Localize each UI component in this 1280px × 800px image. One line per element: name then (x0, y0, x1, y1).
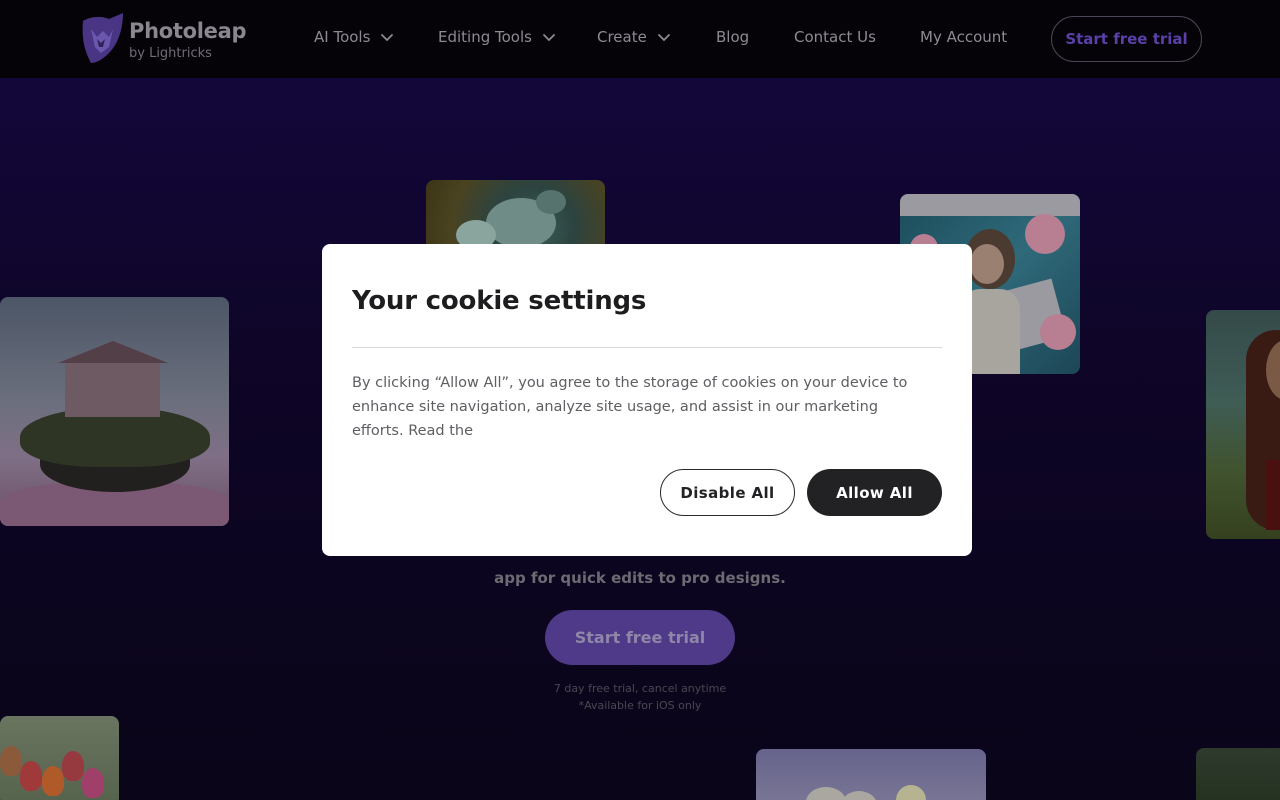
nav-blog[interactable]: Blog (716, 28, 749, 46)
cookie-settings-dialog: Your cookie settings By clicking “Allow … (322, 244, 972, 556)
hero-start-trial-button[interactable]: Start free trial (545, 610, 735, 665)
nav-create-label: Create (597, 28, 647, 46)
top-navigation: Photoleap by Lightricks AI Tools Editing… (0, 0, 1280, 78)
floating-house-image (0, 297, 229, 526)
brand-tagline: by Lightricks (129, 46, 212, 61)
nav-my-account[interactable]: My Account (920, 28, 1007, 46)
nav-my-account-label: My Account (920, 28, 1008, 46)
cookie-dialog-divider (352, 347, 942, 348)
allow-all-button[interactable]: Allow All (807, 469, 942, 516)
dark-foliage-image (1196, 748, 1280, 800)
photoleap-logo-icon (82, 13, 123, 63)
photoleap-logo[interactable]: Photoleap by Lightricks (79, 13, 246, 65)
brand-name: Photoleap (129, 19, 247, 43)
cookie-dialog-title: Your cookie settings (352, 286, 647, 316)
hero-note-line-1: 7 day free trial, cancel anytime (553, 682, 727, 695)
hero-subtitle: app for quick edits to pro designs. (494, 569, 786, 587)
hero-note-line-2: *Available for iOS only (578, 699, 702, 712)
nav-ai-tools-label: AI Tools (314, 28, 371, 46)
nav-ai-tools[interactable]: AI Tools (314, 28, 395, 46)
chevron-down-icon (381, 34, 394, 42)
disable-all-button[interactable]: Disable All (660, 469, 795, 516)
nav-blog-label: Blog (716, 28, 750, 46)
nav-contact-us-label: Contact Us (794, 28, 876, 46)
nav-create[interactable]: Create (597, 28, 672, 46)
hero-trial-note: 7 day free trial, cancel anytime *Availa… (480, 680, 800, 714)
tulips-image (0, 716, 119, 800)
nav-editing-tools[interactable]: Editing Tools (438, 28, 557, 46)
painted-portrait-image (1206, 310, 1280, 539)
chevron-down-icon (657, 34, 670, 42)
cookie-dialog-body: By clicking “Allow All”, you agree to th… (352, 375, 908, 439)
nav-contact-us[interactable]: Contact Us (794, 28, 876, 46)
nav-editing-tools-label: Editing Tools (438, 28, 532, 46)
chevron-down-icon (543, 34, 555, 42)
white-flowers-image (756, 749, 986, 800)
nav-start-trial-button[interactable]: Start free trial (1051, 16, 1202, 62)
